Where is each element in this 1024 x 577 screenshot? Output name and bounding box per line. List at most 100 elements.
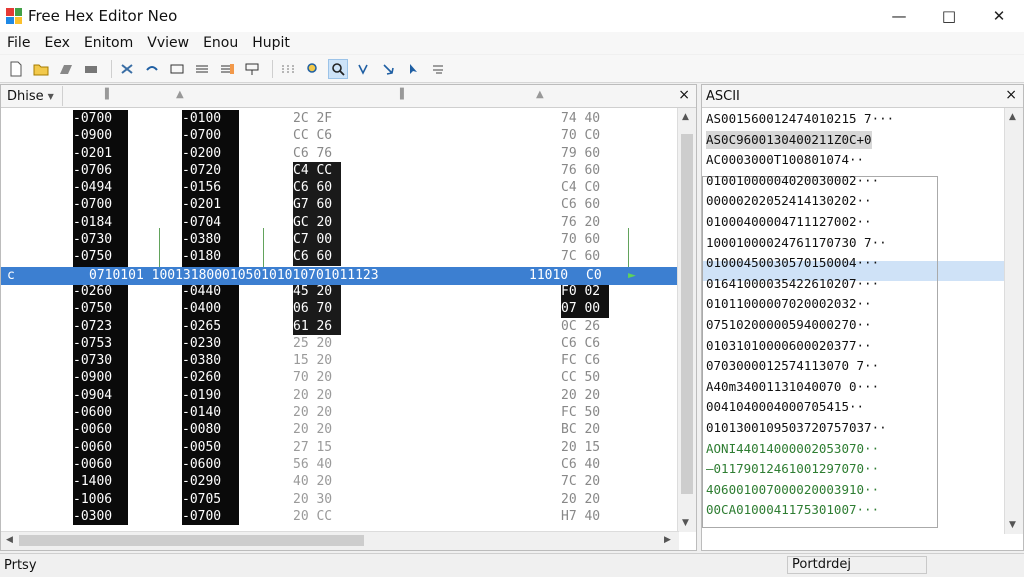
scroll-thumb[interactable]	[681, 134, 693, 494]
hex-row: -0494	[73, 180, 113, 196]
hex-row: -0050	[182, 439, 222, 455]
menu-file[interactable]: File	[0, 35, 37, 51]
copy-icon[interactable]	[167, 59, 187, 79]
ascii-pane-title: ASCII	[706, 88, 740, 104]
ascii-row: 0041040004000705415··	[706, 399, 865, 415]
vertical-scrollbar[interactable]: ▲ ▼	[677, 108, 696, 532]
settings-icon[interactable]	[428, 59, 448, 79]
status-bar: Prtsy Portdrdej	[0, 553, 1024, 577]
view-dropdown-value: Dhise	[7, 88, 44, 104]
hex-row: C4 CC	[293, 161, 341, 180]
ascii-row: 00CA0100041175301007···	[706, 502, 880, 518]
selected-row[interactable]: c 0710101 10013180001050101010701011123 …	[1, 267, 679, 285]
search-icon[interactable]	[328, 58, 348, 79]
hex-row: -0080	[182, 422, 222, 438]
marker-line	[263, 228, 264, 268]
paste-icon[interactable]	[192, 59, 212, 79]
ascii-row: 10001000024761170730 7··	[706, 234, 887, 250]
offset-column: -0700 -0900 -0201 -0706 -0494 -0700 -0184 -0730…	[73, 110, 128, 526]
ascii-pane-header: ASCII ×	[702, 85, 1023, 108]
hex-row: FC 50	[561, 405, 601, 421]
ascii-row: 07510200000594000270··	[706, 317, 872, 332]
hex-row: -0156	[182, 180, 222, 196]
hex-row: -0753	[73, 335, 113, 351]
hex-row: -0700	[73, 111, 113, 126]
horizontal-scrollbar[interactable]: ◀ ▶	[1, 531, 679, 550]
hex-row: BC 20	[561, 422, 601, 438]
scroll-left-icon[interactable]: ◀	[6, 535, 13, 545]
hex-row: -0400	[182, 301, 222, 317]
hex-row: 56 40	[293, 456, 333, 472]
cut-icon[interactable]	[117, 59, 137, 79]
hex-row: -0265	[182, 318, 222, 334]
selected-row-data: 0710101 10013180001050101010701011123	[89, 268, 379, 283]
menu-enou[interactable]: Enou	[196, 35, 245, 51]
hex-row: -0440	[182, 283, 222, 299]
ascii-row: AC0003000T100801074··	[706, 152, 865, 168]
hex-row: 27 15	[293, 439, 333, 455]
bookmark-icon[interactable]	[378, 59, 398, 79]
minimize-button[interactable]: —	[874, 0, 924, 32]
hex-row: 06 70	[293, 300, 341, 318]
close-icon[interactable]: ×	[678, 87, 690, 103]
selected-row-prefix: c	[7, 268, 15, 283]
ascii-row: 0703000012574113070 7··	[706, 358, 880, 374]
hex-row: 20 CC	[293, 508, 333, 524]
scroll-right-icon[interactable]: ▶	[664, 535, 671, 545]
hex-row: 76 60	[561, 162, 601, 178]
new-file-icon[interactable]	[6, 59, 26, 79]
hex-row: 15 20	[293, 353, 333, 369]
hex-row: 20 20	[561, 491, 601, 507]
ascii-grid[interactable]: AS001560012474010215 7··· AS0C96001304002…	[702, 108, 1006, 534]
open-folder-icon[interactable]	[31, 59, 51, 79]
zoom-icon[interactable]	[303, 59, 323, 79]
close-button[interactable]: ✕	[974, 0, 1024, 32]
hex-row: -0700	[73, 197, 113, 213]
hex-grid[interactable]: -0700 -0900 -0201 -0706 -0494 -0700 -0184 -0730…	[1, 108, 679, 532]
hex-row: -0700	[182, 508, 222, 524]
ascii-row: 01641000035422610207···	[706, 275, 880, 291]
scroll-down-icon[interactable]: ▼	[682, 518, 689, 528]
hex-row: -0705	[182, 491, 222, 507]
hex-row: -0750	[73, 249, 113, 265]
hex-row: 79 60	[561, 145, 601, 161]
close-icon[interactable]: ×	[1005, 87, 1017, 103]
ascii-row: —01179012461001297070··	[706, 461, 880, 477]
hex-row: 7C 60	[561, 249, 601, 265]
edit-icon[interactable]	[242, 59, 262, 79]
hex-row: GC 20	[293, 213, 341, 232]
ascii-vertical-scrollbar[interactable]: ▲ ▼	[1004, 108, 1023, 534]
maximize-button[interactable]: □	[924, 0, 974, 32]
menu-edit[interactable]: Eex	[37, 35, 77, 51]
hex-row: -0260	[73, 283, 113, 299]
scroll-up-icon[interactable]: ▲	[1009, 112, 1016, 122]
scroll-down-icon[interactable]: ▼	[1009, 520, 1016, 530]
hex-row: 61 26	[293, 317, 341, 335]
replace-icon[interactable]	[217, 59, 237, 79]
view-dropdown[interactable]: Dhise ▼	[1, 86, 63, 106]
hscroll-thumb[interactable]	[19, 535, 364, 546]
hex-row: C6 60	[293, 179, 341, 197]
marker-line	[159, 228, 160, 268]
filter-icon[interactable]	[353, 59, 373, 79]
hex-row: -0140	[182, 405, 222, 421]
hex-row: 70 C0	[561, 128, 601, 144]
hex-row: 40 20	[293, 474, 333, 490]
undo-icon[interactable]	[142, 59, 162, 79]
hex-row: 20 15	[561, 439, 601, 455]
hex-pane-header: Dhise ▼ ▐ ▲ ▐ ▲ ×	[1, 85, 696, 108]
menu-view[interactable]: Vview	[140, 35, 196, 51]
hex-row: -0201	[182, 197, 222, 213]
print-icon[interactable]	[81, 59, 101, 79]
menu-edition[interactable]: Enitom	[77, 35, 140, 51]
cursor-icon[interactable]	[403, 59, 423, 79]
ascii-row: AS001560012474010215 7···	[706, 111, 895, 126]
ascii-row: 00000202052414130202··	[706, 193, 872, 209]
save-icon[interactable]	[56, 59, 76, 79]
find-icon[interactable]	[278, 59, 298, 79]
hex-row: -0184	[73, 214, 113, 230]
scroll-up-icon[interactable]: ▲	[682, 112, 689, 122]
menu-help[interactable]: Hupit	[245, 35, 297, 51]
hex-row: -0060	[73, 439, 113, 455]
hex-row: -0600	[73, 405, 113, 421]
